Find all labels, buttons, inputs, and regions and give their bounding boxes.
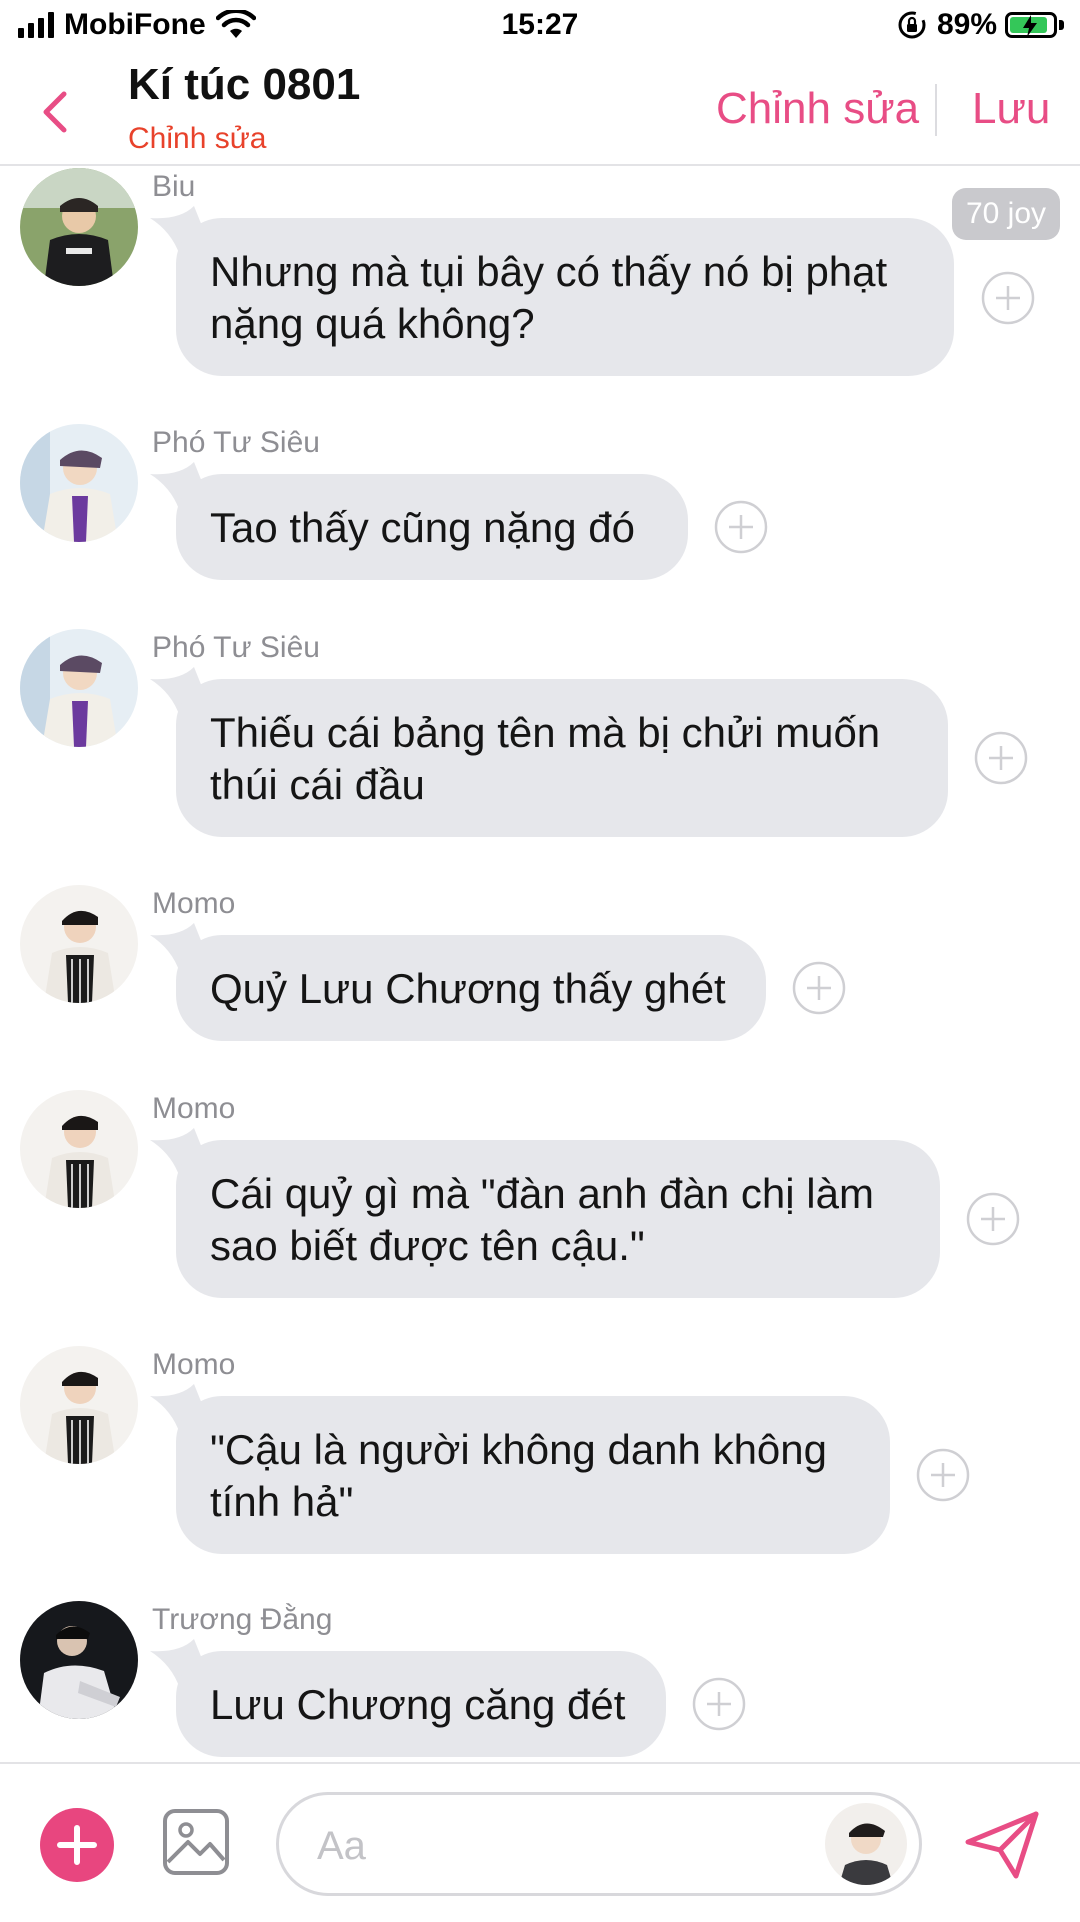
avatar[interactable]: [20, 1346, 138, 1464]
send-icon[interactable]: [964, 1810, 1040, 1880]
sender-name: Biu: [152, 170, 196, 203]
plus-circle-icon[interactable]: [916, 1448, 970, 1502]
battery-charging-icon: [1005, 12, 1057, 38]
image-icon[interactable]: [162, 1808, 230, 1876]
header-divider: [935, 84, 937, 136]
message-bubble[interactable]: Quỷ Lưu Chương thấy ghét: [176, 935, 766, 1041]
message-bubble[interactable]: "Cậu là người không danh không tính hả": [176, 1396, 890, 1554]
orientation-lock-icon: [898, 11, 926, 39]
avatar[interactable]: [20, 885, 138, 1003]
message-input-container: [276, 1792, 922, 1896]
avatar[interactable]: [20, 1601, 138, 1719]
message-item: Trương Đằng Lưu Chương căng đét: [0, 1601, 1080, 1761]
status-right: 89%: [897, 8, 1064, 42]
chat-header: Kí túc 0801 Chỉnh sửa Chỉnh sửa Lưu: [0, 56, 1080, 166]
message-item: Phó Tư Siêu Tao thấy cũng nặng đó: [0, 424, 1080, 584]
avatar[interactable]: [20, 1090, 138, 1208]
message-item: Phó Tư Siêu Thiếu cái bảng tên mà bị chử…: [0, 629, 1080, 839]
message-item: Momo "Cậu là người không danh không tính…: [0, 1346, 1080, 1556]
avatar[interactable]: [825, 1803, 907, 1885]
message-item: Biu Nhưng mà tụi bây có thấy nó bị phạt …: [0, 168, 1080, 378]
battery-percent: 89%: [936, 8, 997, 41]
sender-name: Momo: [152, 1348, 236, 1381]
message-bubble[interactable]: Thiếu cái bảng tên mà bị chửi muốn thúi …: [176, 679, 948, 837]
message-bubble[interactable]: Nhưng mà tụi bây có thấy nó bị phạt nặng…: [176, 218, 954, 376]
message-bubble[interactable]: Lưu Chương căng đét: [176, 1651, 666, 1757]
plus-circle-icon[interactable]: [966, 1192, 1020, 1246]
save-button[interactable]: Lưu: [972, 84, 1050, 134]
chevron-left-icon[interactable]: [34, 84, 78, 140]
message-item: Momo Cái quỷ gì mà "đàn anh đàn chị làm …: [0, 1090, 1080, 1300]
composer-bar: [0, 1762, 1080, 1922]
edit-button[interactable]: Chỉnh sửa: [716, 84, 919, 134]
chat-subtitle: Chỉnh sửa: [128, 122, 267, 155]
message-bubble[interactable]: Tao thấy cũng nặng đó: [176, 474, 688, 580]
plus-circle-icon[interactable]: [692, 1677, 746, 1731]
sender-name: Phó Tư Siêu: [152, 426, 320, 459]
battery-tip: [1059, 20, 1064, 30]
chat-title: Kí túc 0801: [128, 60, 361, 109]
avatar[interactable]: [20, 629, 138, 747]
avatar[interactable]: [20, 424, 138, 542]
message-input[interactable]: [315, 1815, 779, 1877]
sender-name: Phó Tư Siêu: [152, 631, 320, 664]
plus-circle-icon[interactable]: [974, 731, 1028, 785]
status-bar: MobiFone 15:27 89%: [0, 0, 1080, 56]
plus-circle-icon[interactable]: [792, 961, 846, 1015]
plus-icon[interactable]: [40, 1808, 114, 1882]
plus-circle-icon[interactable]: [981, 271, 1035, 325]
message-item: Momo Quỷ Lưu Chương thấy ghét: [0, 885, 1080, 1045]
avatar[interactable]: [20, 168, 138, 286]
sender-name: Momo: [152, 887, 236, 920]
plus-circle-icon[interactable]: [714, 500, 768, 554]
sender-name: Trương Đằng: [152, 1603, 333, 1636]
message-bubble[interactable]: Cái quỷ gì mà "đàn anh đàn chị làm sao b…: [176, 1140, 940, 1298]
sender-name: Momo: [152, 1092, 236, 1125]
